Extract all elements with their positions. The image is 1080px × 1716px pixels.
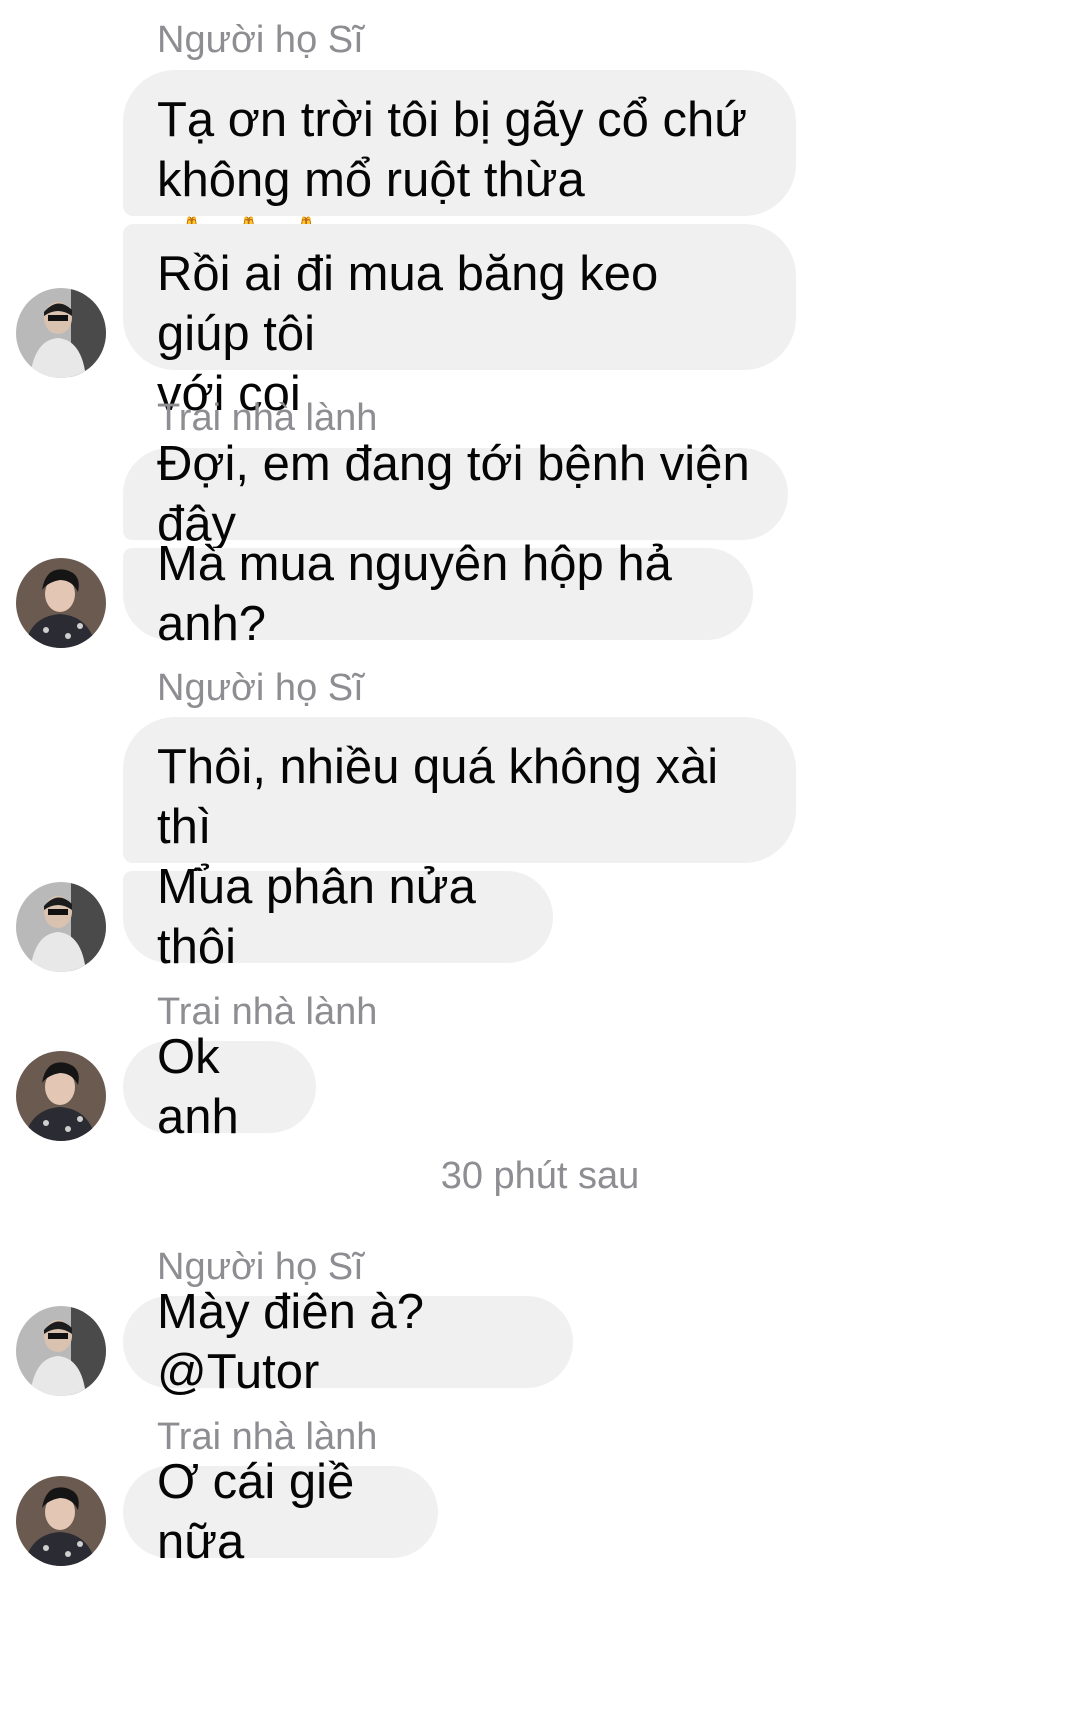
message-bubble[interactable]: Đợi, em đang tới bệnh viện đây: [123, 437, 788, 551]
message-bubble[interactable]: Mày điên à? @Tutor: [123, 1285, 573, 1399]
avatar-image: [16, 1476, 106, 1566]
avatar-image: [16, 558, 106, 648]
message-text: Ok anh: [157, 1030, 239, 1144]
message-bubble[interactable]: Ok anh: [123, 1030, 316, 1144]
avatar-trai-nha-lanh[interactable]: [16, 558, 106, 648]
avatar-nguoi-ho-si[interactable]: [16, 1306, 106, 1396]
avatar-image: [16, 882, 106, 972]
avatar-image: [16, 1306, 106, 1396]
chat-thread: Người họ Sĩ Tạ ơn trời tôi bị gãy cổ chứ…: [0, 0, 1080, 1716]
message-bubble[interactable]: Thôi, nhiều quá không xài thì uổng: [123, 717, 796, 914]
message-bubble[interactable]: Mà mua nguyên hộp hả anh?: [123, 537, 753, 651]
message-text: Mua phân nửa thôi: [157, 860, 476, 974]
message-bubble[interactable]: Ơ cái giề nữa: [123, 1455, 438, 1569]
message-text: Mày điên à? @Tutor: [157, 1285, 424, 1399]
avatar-image: [16, 288, 106, 378]
message-text: Mà mua nguyên hộp hả anh?: [157, 537, 672, 651]
message-bubble[interactable]: Mua phân nửa thôi: [123, 860, 553, 974]
message-bubble[interactable]: Tạ ơn trời tôi bị gãy cổ chứ không mổ ru…: [123, 70, 796, 267]
avatar-trai-nha-lanh[interactable]: [16, 1476, 106, 1566]
message-bubble[interactable]: Rồi ai đi mua băng keo giúp tôi với coi: [123, 224, 796, 421]
avatar-image: [16, 1051, 106, 1141]
time-divider: 30 phút sau: [440, 1155, 640, 1197]
avatar-trai-nha-lanh[interactable]: [16, 1051, 106, 1141]
sender-name: Người họ Sĩ: [157, 667, 364, 709]
avatar-nguoi-ho-si[interactable]: [16, 882, 106, 972]
sender-name: Người họ Sĩ: [157, 19, 364, 61]
message-text: Ơ cái giề nữa: [157, 1455, 355, 1569]
avatar-nguoi-ho-si[interactable]: [16, 288, 106, 378]
